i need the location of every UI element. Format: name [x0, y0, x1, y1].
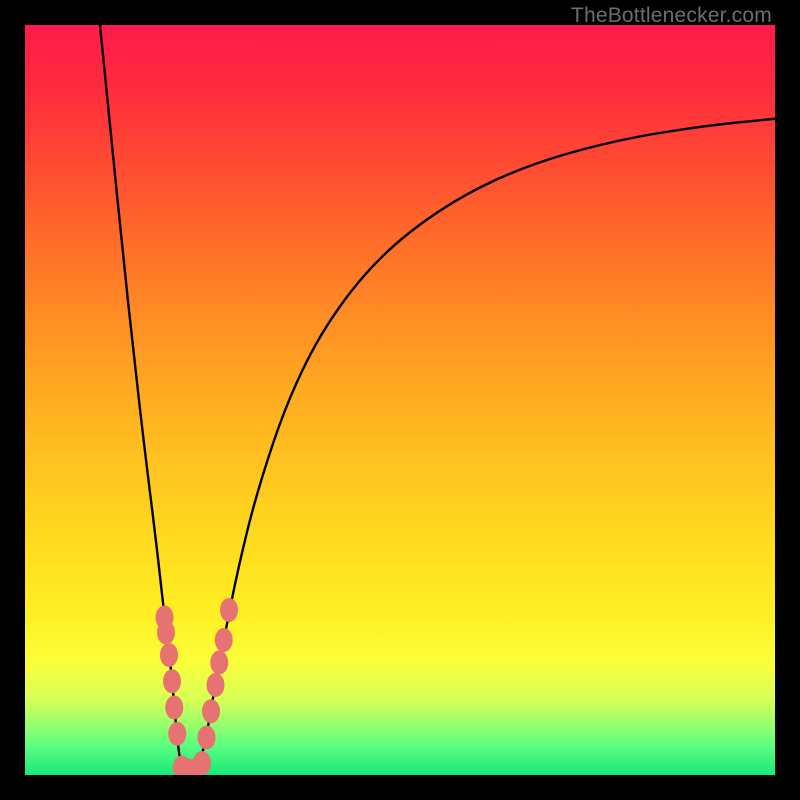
data-marker	[168, 722, 186, 746]
data-marker	[202, 699, 220, 723]
data-marker	[220, 598, 238, 622]
data-marker	[198, 726, 216, 750]
plot-area	[25, 25, 775, 775]
data-marker	[207, 673, 225, 697]
data-marker	[215, 628, 233, 652]
chart-stage: TheBottlenecker.com	[0, 0, 800, 800]
data-marker	[163, 669, 181, 693]
marker-group	[156, 598, 239, 775]
right-branch-path	[198, 119, 776, 772]
data-marker	[165, 696, 183, 720]
data-marker	[160, 643, 178, 667]
data-marker	[193, 751, 211, 775]
curve-layer	[25, 25, 775, 775]
data-marker	[157, 621, 175, 645]
data-marker	[210, 651, 228, 675]
